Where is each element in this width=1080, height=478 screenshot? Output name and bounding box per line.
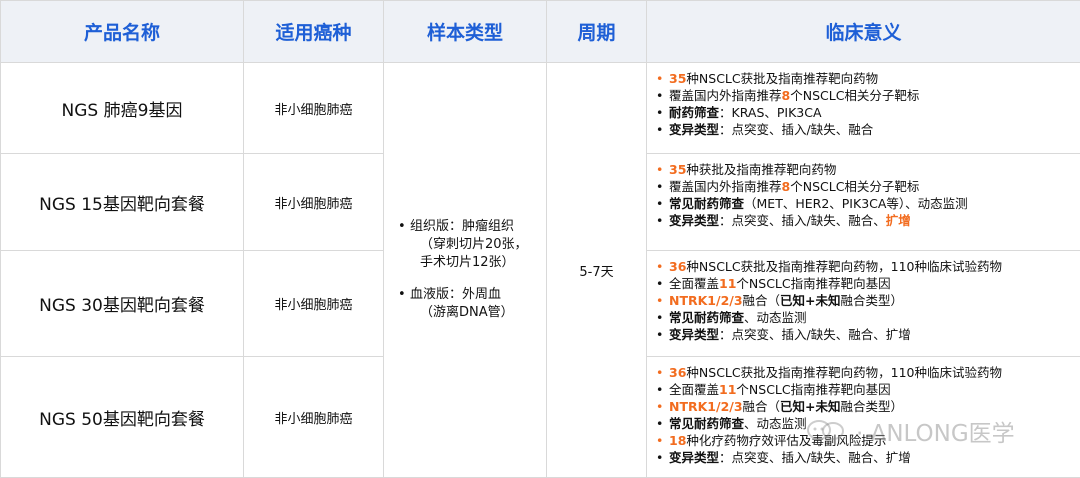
list-item: NTRK1/2/3融合（已知+未知融合类型） <box>655 292 1076 309</box>
table-row: NGS 肺癌9基因 非小细胞肺癌 组织版：肿瘤组织 （穿刺切片20张， 手术切片… <box>1 63 1080 154</box>
list-item: 覆盖国内外指南推荐8个NSCLC相关分子靶标 <box>655 87 1076 104</box>
watermark-logo-icon <box>805 416 849 442</box>
cancer-type: 非小细胞肺癌 <box>244 63 384 154</box>
list-item: NTRK1/2/3融合（已知+未知融合类型） <box>655 398 1076 415</box>
sample-type-cell: 组织版：肿瘤组织 （穿刺切片20张， 手术切片12张） 血液版：外周血 （游离D… <box>384 63 547 478</box>
sample-tissue: 组织版：肿瘤组织 （穿刺切片20张， 手术切片12张） <box>398 218 538 272</box>
clinical-significance: 35种获批及指南推荐靶向药物 覆盖国内外指南推荐8个NSCLC相关分子靶标 常见… <box>647 154 1080 251</box>
cancer-type: 非小细胞肺癌 <box>244 154 384 251</box>
cancer-type: 非小细胞肺癌 <box>244 357 384 478</box>
list-item: 全面覆盖11个NSCLC指南推荐靶向基因 <box>655 275 1076 292</box>
watermark-text: · ANLONG医学 <box>856 414 1015 448</box>
header-cancer-type: 适用癌种 <box>244 1 384 63</box>
list-item: 常见耐药筛查（MET、HER2、PIK3CA等）、动态监测 <box>655 195 1076 212</box>
list-item: 耐药筛查：KRAS、PIK3CA <box>655 104 1076 121</box>
period-cell: 5-7天 <box>547 63 647 478</box>
product-table: 产品名称 适用癌种 样本类型 周期 临床意义 NGS 肺癌9基因 非小细胞肺癌 … <box>0 0 1080 478</box>
product-name: NGS 30基因靶向套餐 <box>1 251 244 357</box>
list-item: 全面覆盖11个NSCLC指南推荐靶向基因 <box>655 381 1076 398</box>
header-period: 周期 <box>547 1 647 63</box>
product-name: NGS 肺癌9基因 <box>1 63 244 154</box>
list-item: 36种NSCLC获批及指南推荐靶向药物，110种临床试验药物 <box>655 364 1076 381</box>
list-item: 变异类型：点突变、插入/缺失、融合、扩增 <box>655 326 1076 343</box>
header-product-name: 产品名称 <box>1 1 244 63</box>
list-item: 变异类型：点突变、插入/缺失、融合 <box>655 121 1076 138</box>
header-sample-type: 样本类型 <box>384 1 547 63</box>
list-item: 变异类型：点突变、插入/缺失、融合、扩增 <box>655 212 1076 229</box>
list-item: 变异类型：点突变、插入/缺失、融合、扩增 <box>655 449 1076 466</box>
cancer-type: 非小细胞肺癌 <box>244 251 384 357</box>
list-item: 覆盖国内外指南推荐8个NSCLC相关分子靶标 <box>655 178 1076 195</box>
header-row: 产品名称 适用癌种 样本类型 周期 临床意义 <box>1 1 1080 63</box>
list-item: 35种NSCLC获批及指南推荐靶向药物 <box>655 70 1076 87</box>
clinical-significance: 35种NSCLC获批及指南推荐靶向药物 覆盖国内外指南推荐8个NSCLC相关分子… <box>647 63 1080 154</box>
list-item: 36种NSCLC获批及指南推荐靶向药物，110种临床试验药物 <box>655 258 1076 275</box>
sample-blood: 血液版：外周血 （游离DNA管） <box>398 286 538 322</box>
list-item: 35种获批及指南推荐靶向药物 <box>655 161 1076 178</box>
header-clinical-significance: 临床意义 <box>647 1 1080 63</box>
clinical-significance: 36种NSCLC获批及指南推荐靶向药物，110种临床试验药物 全面覆盖11个NS… <box>647 251 1080 357</box>
list-item: 常见耐药筛查、动态监测 <box>655 309 1076 326</box>
product-name: NGS 15基因靶向套餐 <box>1 154 244 251</box>
product-name: NGS 50基因靶向套餐 <box>1 357 244 478</box>
